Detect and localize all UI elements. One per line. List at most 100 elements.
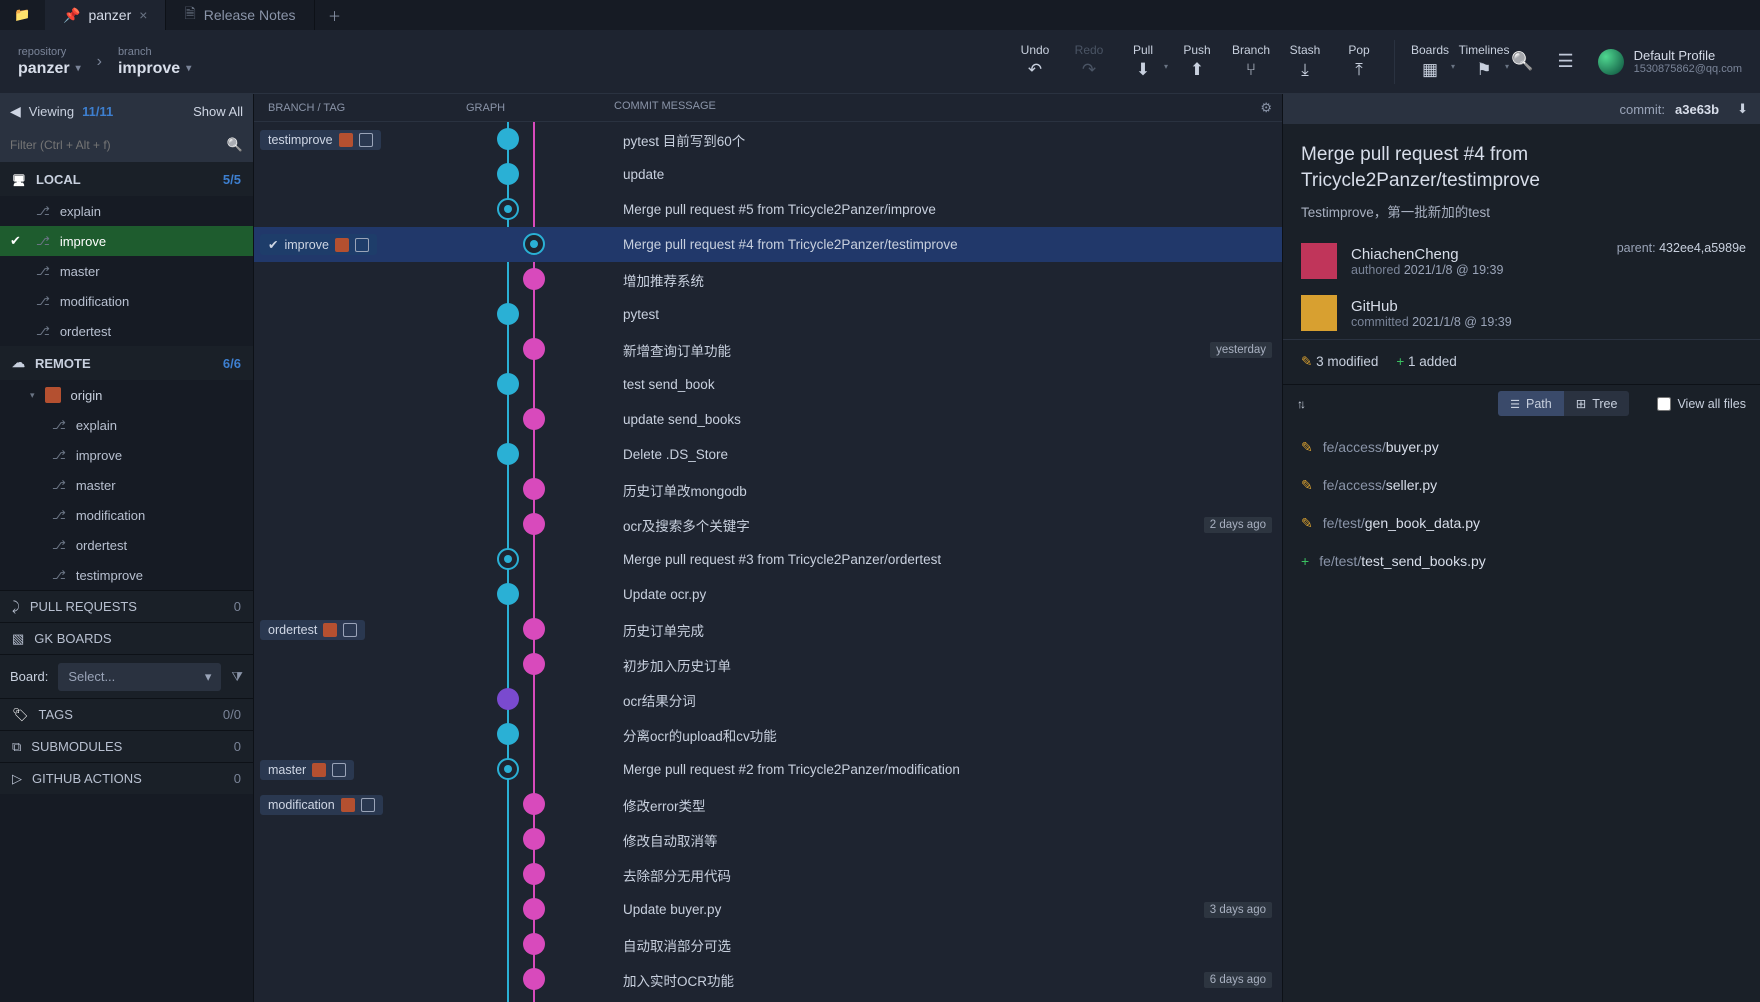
local-section[interactable]: LOCAL 5/5 — [0, 162, 253, 196]
commit-message: 历史订单改mongodb — [599, 480, 1282, 500]
show-all-button[interactable]: Show All — [193, 104, 243, 119]
branch-column-header: BRANCH / TAG — [254, 102, 454, 114]
author-avatar — [1301, 243, 1337, 279]
commit-row[interactable]: update send_books — [254, 402, 1282, 437]
commit-row[interactable]: masterMerge pull request #2 from Tricycl… — [254, 752, 1282, 787]
sidebar-remote-branch-ordertest[interactable]: ordertest — [0, 530, 253, 560]
close-icon[interactable]: × — [139, 7, 147, 23]
commit-row[interactable]: 新增查询订单功能yesterday — [254, 332, 1282, 367]
sidebar-remote-branch-improve[interactable]: improve — [0, 440, 253, 470]
gear-icon[interactable]: ⚙ — [1260, 100, 1272, 116]
gk-boards-section[interactable]: GK BOARDS — [0, 622, 253, 654]
commit-date: 2 days ago — [1204, 517, 1272, 533]
branch-selector[interactable]: improve▾ — [118, 60, 191, 78]
commit-row[interactable]: 历史订单改mongodb — [254, 472, 1282, 507]
sidebar-remote-branch-modification[interactable]: modification — [0, 500, 253, 530]
commit-row[interactable]: Merge pull request #3 from Tricycle2Panz… — [254, 542, 1282, 577]
commit-row[interactable]: 自动取消部分可选 — [254, 927, 1282, 962]
search-icon[interactable] — [1511, 51, 1533, 72]
push-button[interactable]: Push — [1170, 34, 1224, 90]
commit-message: 加入实时OCR功能 — [599, 970, 1282, 990]
tags-section[interactable]: TAGS 0/0 — [0, 698, 253, 730]
board-select[interactable]: Select...▾ — [58, 663, 221, 691]
branch-button[interactable]: Branch — [1224, 34, 1278, 90]
commit-row[interactable]: ocr及搜索多个关键字2 days ago — [254, 507, 1282, 542]
sidebar-branch-explain[interactable]: explain — [0, 196, 253, 226]
view-all-checkbox[interactable]: View all files — [1657, 397, 1746, 411]
commit-row[interactable]: Update buyer.py3 days ago — [254, 892, 1282, 927]
commit-message: 自动取消部分可选 — [599, 935, 1282, 955]
sidebar-branch-master[interactable]: master — [0, 256, 253, 286]
file-row[interactable]: ✎fe/access/buyer.py — [1283, 428, 1760, 466]
commit-message: Update buyer.py — [599, 902, 1282, 917]
sidebar-remote-branch-master[interactable]: master — [0, 470, 253, 500]
new-tab-button[interactable]: ＋ — [315, 0, 355, 30]
commit-row[interactable]: 增加推荐系统 — [254, 262, 1282, 297]
sort-icon[interactable] — [1297, 396, 1303, 411]
folder-icon[interactable]: 📁 — [0, 0, 45, 30]
commit-subtitle: Testimprove，第一批新加的test — [1283, 201, 1760, 235]
tree-toggle[interactable]: Tree — [1564, 391, 1630, 416]
sidebar-remote-origin[interactable]: ▾origin — [0, 380, 253, 410]
boards-button[interactable]: Boards▾ — [1403, 34, 1457, 90]
pull-button[interactable]: Pull▾ — [1116, 34, 1170, 90]
undo-button[interactable]: Undo — [1008, 34, 1062, 90]
menu-icon[interactable] — [1557, 51, 1573, 72]
commit-message: 去除部分无用代码 — [599, 865, 1282, 885]
commit-row[interactable]: 加入实时OCR功能6 days ago — [254, 962, 1282, 997]
commit-row[interactable]: ✔ improveMerge pull request #4 from Tric… — [254, 227, 1282, 262]
profile-menu[interactable]: Default Profile 1530875862@qq.com — [1598, 48, 1742, 75]
stash-button[interactable]: Stash — [1278, 34, 1332, 90]
commit-row[interactable]: 分离ocr的upload和cv功能 — [254, 717, 1282, 752]
path-toggle[interactable]: Path — [1498, 391, 1564, 416]
remote-section[interactable]: REMOTE 6/6 — [0, 346, 253, 380]
graph-column-header: GRAPH — [454, 102, 594, 114]
file-row[interactable]: ✎fe/access/seller.py — [1283, 466, 1760, 504]
timelines-button[interactable]: Timelines▾ — [1457, 34, 1511, 90]
commit-title: Merge pull request #4 from Tricycle2Panz… — [1283, 124, 1760, 201]
commit-message: 新增查询订单功能 — [599, 340, 1282, 360]
repo-selector[interactable]: panzer▾ — [18, 60, 81, 78]
commit-message: 修改error类型 — [599, 795, 1282, 815]
back-icon[interactable]: ◀ — [10, 103, 21, 120]
commit-row[interactable]: 修改自动取消等 — [254, 822, 1282, 857]
commit-row[interactable]: test send_book — [254, 367, 1282, 402]
github-actions-section[interactable]: GITHUB ACTIONS 0 — [0, 762, 253, 794]
sidebar-branch-improve[interactable]: improve — [0, 226, 253, 256]
chevron-right-icon[interactable]: › — [91, 53, 108, 71]
search-icon[interactable] — [227, 137, 243, 153]
filter-input[interactable] — [10, 138, 227, 152]
commit-hash[interactable]: a3e63b — [1675, 102, 1719, 117]
commit-row[interactable]: 去除部分无用代码 — [254, 857, 1282, 892]
tab-release-notes[interactable]: 🗎 Release Notes — [166, 0, 314, 30]
commit-row[interactable]: testimprovepytest 目前写到60个 — [254, 122, 1282, 157]
commit-row[interactable]: update — [254, 157, 1282, 192]
committer-avatar — [1301, 295, 1337, 331]
commit-row[interactable]: ocr结果分词 — [254, 682, 1282, 717]
pull-requests-section[interactable]: PULL REQUESTS 0 — [0, 590, 253, 622]
pop-button[interactable]: Pop — [1332, 34, 1386, 90]
commit-row[interactable]: modification修改error类型 — [254, 787, 1282, 822]
submodules-section[interactable]: SUBMODULES 0 — [0, 730, 253, 762]
commit-row[interactable]: Update ocr.py — [254, 577, 1282, 612]
download-icon[interactable] — [1737, 101, 1748, 117]
parent-label[interactable]: parent: 432ee4,a5989e — [1617, 241, 1746, 255]
sidebar-branch-modification[interactable]: modification — [0, 286, 253, 316]
modified-count: 3 modified — [1301, 354, 1378, 370]
sidebar-branch-ordertest[interactable]: ordertest — [0, 316, 253, 346]
commit-row[interactable]: Merge pull request #5 from Tricycle2Panz… — [254, 192, 1282, 227]
file-row[interactable]: +fe/test/test_send_books.py — [1283, 542, 1760, 580]
filter-icon[interactable] — [231, 669, 243, 685]
sidebar-remote-branch-explain[interactable]: explain — [0, 410, 253, 440]
commit-message: test send_book — [599, 377, 1282, 392]
sidebar-remote-branch-testimprove[interactable]: testimprove — [0, 560, 253, 590]
commit-message: 分离ocr的upload和cv功能 — [599, 725, 1282, 745]
commit-row[interactable]: Delete .DS_Store — [254, 437, 1282, 472]
commit-row[interactable]: ordertest历史订单完成 — [254, 612, 1282, 647]
commit-row[interactable]: pytest — [254, 297, 1282, 332]
redo-button[interactable]: Redo — [1062, 34, 1116, 90]
tab-panzer[interactable]: 📌 panzer × — [45, 0, 166, 30]
commit-row[interactable]: 初步加入历史订单 — [254, 647, 1282, 682]
commit-date: yesterday — [1210, 342, 1272, 358]
file-row[interactable]: ✎fe/test/gen_book_data.py — [1283, 504, 1760, 542]
